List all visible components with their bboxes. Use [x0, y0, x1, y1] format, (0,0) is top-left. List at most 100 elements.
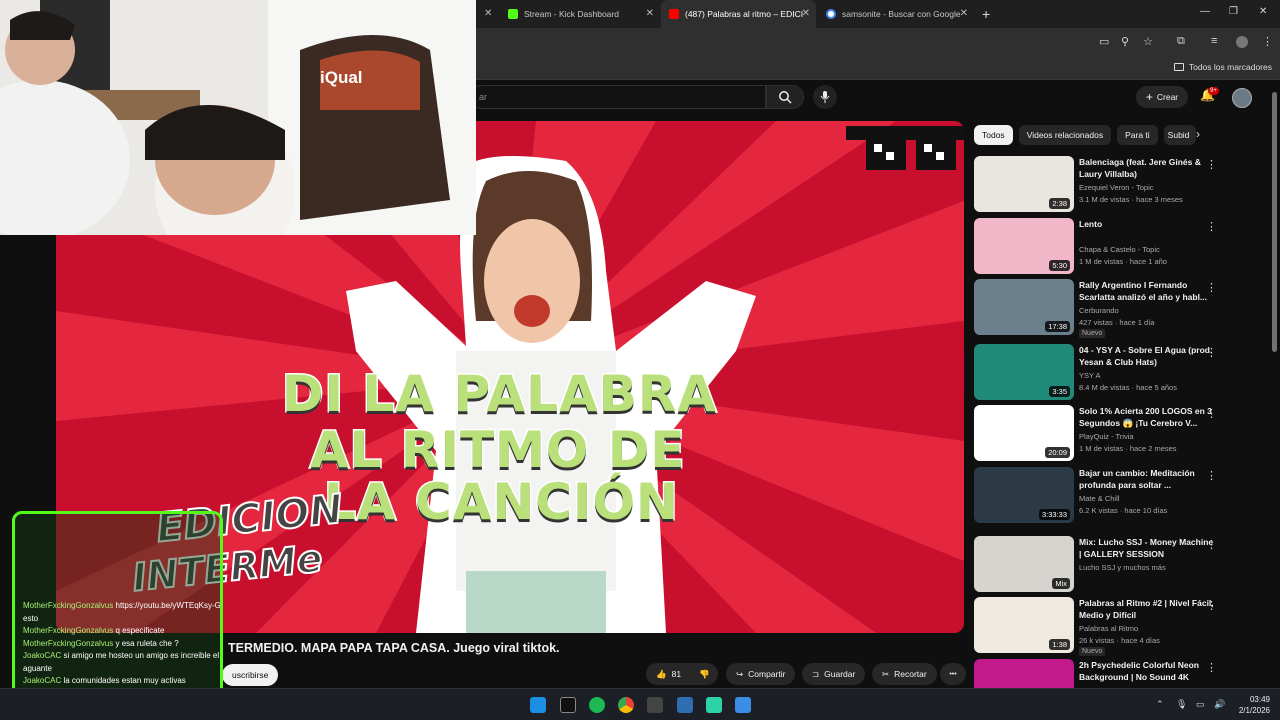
- chat-message: MotherFxckingGonzalvus https://youtu.be/…: [23, 600, 220, 625]
- video-thumbnail[interactable]: Mix: [974, 536, 1074, 592]
- channel-name[interactable]: Ezequiel Veron - Topic: [1079, 182, 1154, 193]
- app-icon[interactable]: [706, 697, 722, 713]
- all-bookmarks-button[interactable]: Todos los marcadores: [1173, 62, 1272, 72]
- recommended-video[interactable]: 5:30 Lento Chapa & Castelo - Topic 1 M de v…: [974, 218, 1217, 276]
- recommended-video[interactable]: Mix Mix: Lucho SSJ - Money Machine | GALL…: [974, 536, 1217, 594]
- recommended-video[interactable]: 17:38 Rally Argentino I Fernando Scarlatt…: [974, 279, 1217, 338]
- video-thumbnail[interactable]: 5:30: [974, 218, 1074, 274]
- clip-button[interactable]: ✂ Recortar: [872, 663, 937, 685]
- profile-icon[interactable]: [1236, 36, 1248, 48]
- save-button[interactable]: ⊐ Guardar: [802, 663, 866, 685]
- zoom-icon[interactable]: ⚲: [1121, 35, 1129, 48]
- share-button[interactable]: ↪ Compartir: [726, 663, 796, 685]
- recommended-video[interactable]: 3:35 04 - YSY A - Sobre El Agua (prod. Ye…: [974, 344, 1217, 402]
- recommended-video[interactable]: 20:09 Solo 1% Acierta 200 LOGOS en 3 Segu…: [974, 405, 1217, 463]
- close-window-icon[interactable]: ✕: [1259, 6, 1267, 17]
- more-actions-button[interactable]: •••: [940, 663, 966, 685]
- video-thumbnail[interactable]: 1:38: [974, 597, 1074, 653]
- channel-name[interactable]: Lucho SSJ y muchos más: [1079, 562, 1166, 573]
- chip-related[interactable]: Videos relacionados: [1018, 125, 1112, 145]
- thumbs-down-icon[interactable]: 👎: [699, 669, 710, 680]
- create-button[interactable]: + Crear: [1136, 86, 1188, 108]
- channel-name[interactable]: Cerburando: [1079, 305, 1119, 316]
- chat-username[interactable]: JoakoCAC: [23, 651, 61, 660]
- app-icon[interactable]: [677, 697, 693, 713]
- more-options-icon[interactable]: ⋮: [1206, 346, 1217, 359]
- chat-username[interactable]: MotherFxckingGonzalvus: [23, 601, 113, 610]
- close-icon[interactable]: ✕: [484, 8, 492, 19]
- video-thumbnail[interactable]: 2:38: [974, 156, 1074, 212]
- recommended-title[interactable]: Rally Argentino I Fernando Scarlatta ana…: [1079, 279, 1215, 303]
- mic-icon[interactable]: 🎙: [1176, 699, 1187, 710]
- recommended-title[interactable]: Lento: [1079, 218, 1215, 230]
- more-options-icon[interactable]: ⋮: [1206, 220, 1217, 233]
- like-count[interactable]: 81: [672, 669, 681, 679]
- channel-name[interactable]: PlayQuiz - Trivia: [1079, 431, 1134, 442]
- recommended-title[interactable]: Palabras al Ritmo #2 | Nivel Fácil, Medi…: [1079, 597, 1215, 621]
- search-input[interactable]: ar: [470, 85, 766, 109]
- network-icon[interactable]: ▭: [1196, 699, 1205, 710]
- thumbs-up-icon[interactable]: 👍: [656, 669, 667, 680]
- volume-icon[interactable]: 🔊: [1214, 699, 1225, 710]
- chat-username[interactable]: JoakoCAC: [23, 676, 61, 685]
- chip-todos[interactable]: Todos: [974, 125, 1013, 145]
- tab-google-search[interactable]: samsonite - Buscar con Google ✕: [818, 0, 974, 28]
- extensions-icon[interactable]: ⧉: [1177, 35, 1185, 48]
- close-icon[interactable]: ✕: [802, 8, 810, 19]
- video-thumbnail[interactable]: 3:33:33: [974, 467, 1074, 523]
- more-options-icon[interactable]: ⋮: [1206, 158, 1217, 171]
- chat-message: MotherFxckingGonzalvus q especificate: [23, 625, 220, 638]
- chip-for-you[interactable]: Para ti: [1117, 125, 1158, 145]
- minimize-icon[interactable]: —: [1200, 6, 1210, 17]
- recommended-title[interactable]: Solo 1% Acierta 200 LOGOS en 3 Segundos …: [1079, 405, 1215, 429]
- channel-name[interactable]: Chapa & Castelo - Topic: [1079, 244, 1160, 255]
- app-icon[interactable]: [647, 697, 663, 713]
- new-tab-icon[interactable]: +: [982, 6, 990, 22]
- tab-youtube-video[interactable]: (487) Palabras al ritmo – EDICIÓ ✕: [661, 0, 816, 28]
- bookmark-star-icon[interactable]: ☆: [1143, 35, 1153, 48]
- recommended-video[interactable]: 2:38 Balenciaga (feat. Jere Ginés & Laury…: [974, 156, 1217, 214]
- more-options-icon[interactable]: ⋮: [1206, 661, 1217, 674]
- menu-icon[interactable]: ⋮: [1262, 35, 1273, 48]
- video-thumbnail[interactable]: 20:09: [974, 405, 1074, 461]
- clock[interactable]: 03:49 2/1/2026: [1236, 694, 1270, 716]
- recommended-title[interactable]: 04 - YSY A - Sobre El Agua (prod. Yesan …: [1079, 344, 1215, 368]
- app-icon[interactable]: [735, 697, 751, 713]
- more-options-icon[interactable]: ⋮: [1206, 469, 1217, 482]
- close-icon[interactable]: ✕: [960, 8, 968, 19]
- channel-name[interactable]: Palabras al Ritmo: [1079, 623, 1138, 634]
- chrome-icon[interactable]: [618, 697, 634, 713]
- search-button[interactable]: [766, 85, 804, 109]
- chevron-right-icon[interactable]: ›: [1196, 127, 1200, 141]
- recommended-title[interactable]: 2h Psychedelic Colorful Neon Background …: [1079, 659, 1215, 683]
- voice-search-button[interactable]: [813, 85, 837, 109]
- chat-username[interactable]: MotherFxckingGonzalvus: [23, 626, 113, 635]
- account-avatar[interactable]: [1232, 88, 1252, 108]
- epic-games-icon[interactable]: [560, 697, 576, 713]
- more-options-icon[interactable]: ⋮: [1206, 281, 1217, 294]
- more-options-icon[interactable]: ⋮: [1206, 538, 1217, 551]
- recommended-title[interactable]: Balenciaga (feat. Jere Ginés & Laury Vil…: [1079, 156, 1215, 180]
- more-options-icon[interactable]: ⋮: [1206, 407, 1217, 420]
- channel-name[interactable]: YSY A: [1079, 370, 1101, 381]
- reading-list-icon[interactable]: ≡: [1211, 35, 1217, 47]
- video-thumbnail[interactable]: 3:35: [974, 344, 1074, 400]
- spotify-icon[interactable]: [589, 697, 605, 713]
- chat-username[interactable]: MotherFxckingGonzalvus: [23, 639, 113, 648]
- recommended-video[interactable]: 1:38 Palabras al Ritmo #2 | Nivel Fácil, …: [974, 597, 1217, 656]
- tab-kick-dashboard[interactable]: Stream - Kick Dashboard ✕: [500, 0, 660, 28]
- chip-uploaded[interactable]: Subid: [1163, 125, 1196, 145]
- close-icon[interactable]: ✕: [646, 8, 654, 19]
- cast-icon[interactable]: ▭: [1099, 35, 1109, 48]
- subscribe-button[interactable]: uscribirse: [222, 664, 279, 686]
- video-thumbnail[interactable]: 17:38: [974, 279, 1074, 335]
- channel-name[interactable]: Mate & Chill: [1079, 493, 1119, 504]
- chevron-up-icon[interactable]: ⌃: [1156, 699, 1164, 710]
- scrollbar[interactable]: [1272, 92, 1277, 352]
- windows-start-icon[interactable]: [530, 697, 546, 713]
- recommended-title[interactable]: Mix: Lucho SSJ - Money Machine | GALLERY…: [1079, 536, 1215, 560]
- recommended-title[interactable]: Bajar un cambio: Meditación profunda par…: [1079, 467, 1215, 491]
- recommended-video[interactable]: 3:33:33 Bajar un cambio: Meditación profu…: [974, 467, 1217, 525]
- restore-icon[interactable]: ❐: [1229, 6, 1238, 17]
- more-options-icon[interactable]: ⋮: [1206, 599, 1217, 612]
